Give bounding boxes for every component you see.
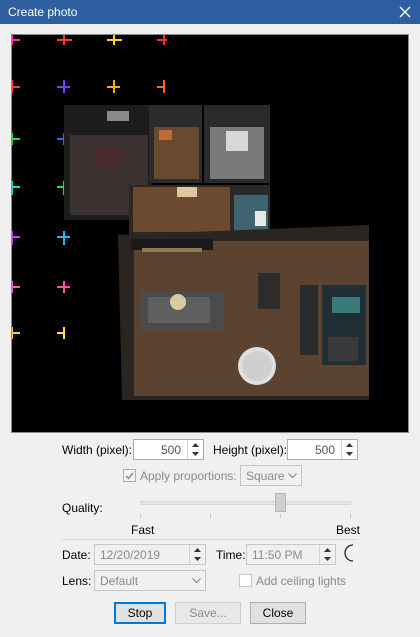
chevron-down-icon <box>192 578 201 583</box>
arrow-down-icon <box>194 556 201 561</box>
arrow-up-icon <box>346 442 353 447</box>
save-button[interactable]: Save... <box>175 602 241 624</box>
quality-tick <box>350 514 351 518</box>
date-spinner[interactable] <box>189 545 205 564</box>
quality-tick <box>280 514 281 518</box>
ceiling-lights-label: Add ceiling lights <box>256 574 347 588</box>
close-window-button[interactable] <box>390 0 420 24</box>
proportions-dropdown[interactable] <box>284 466 301 485</box>
arrow-up-icon <box>192 442 199 447</box>
height-decrement[interactable] <box>342 449 357 458</box>
time-input[interactable]: 11:50 PM <box>246 544 336 565</box>
render-image <box>12 35 408 432</box>
time-increment[interactable] <box>320 545 335 554</box>
quality-tick <box>210 514 211 518</box>
lens-value: Default <box>100 574 139 588</box>
height-spinner[interactable] <box>341 440 357 459</box>
time-spinner[interactable] <box>319 545 335 564</box>
width-value: 500 <box>160 443 181 457</box>
apply-proportions-checkbox[interactable] <box>123 469 136 482</box>
proportions-value: Square <box>246 469 285 483</box>
date-label: Date: <box>62 548 91 562</box>
quality-best-label: Best <box>336 523 361 537</box>
photo-preview <box>11 34 409 433</box>
title-bar: Create photo <box>0 0 420 24</box>
date-decrement[interactable] <box>190 554 205 563</box>
lens-dropdown[interactable] <box>188 571 205 590</box>
quality-slider-track[interactable] <box>140 501 351 505</box>
time-value: 11:50 PM <box>252 548 303 562</box>
close-button[interactable]: Close <box>250 602 306 624</box>
width-label: Width (pixel): <box>62 443 133 457</box>
quality-tick <box>140 514 141 518</box>
ceiling-lights-checkbox[interactable] <box>239 574 252 587</box>
stop-button[interactable]: Stop <box>114 602 166 624</box>
arrow-up-icon <box>324 547 331 552</box>
date-value: 12/20/2019 <box>100 548 161 562</box>
chevron-down-icon <box>288 473 297 478</box>
width-input[interactable]: 500 <box>133 439 204 460</box>
date-increment[interactable] <box>190 545 205 554</box>
height-label: Height (pixel): <box>213 443 288 457</box>
width-increment[interactable] <box>188 440 203 449</box>
height-input[interactable]: 500 <box>287 439 358 460</box>
apply-proportions-label: Apply proportions: <box>140 469 237 483</box>
separator <box>62 539 358 540</box>
arrow-down-icon <box>324 556 331 561</box>
lens-label: Lens: <box>62 574 92 588</box>
checkmark-icon <box>125 472 134 480</box>
arrow-down-icon <box>192 451 199 456</box>
time-decrement[interactable] <box>320 554 335 563</box>
moon-icon <box>344 544 354 562</box>
arrow-down-icon <box>346 451 353 456</box>
width-spinner[interactable] <box>187 440 203 459</box>
date-input[interactable]: 12/20/2019 <box>94 544 206 565</box>
proportions-select[interactable]: Square <box>240 465 302 486</box>
width-decrement[interactable] <box>188 449 203 458</box>
close-icon <box>399 6 411 18</box>
window-title: Create photo <box>8 5 78 19</box>
arrow-up-icon <box>194 547 201 552</box>
quality-fast-label: Fast <box>131 523 155 537</box>
height-value: 500 <box>314 443 335 457</box>
quality-slider-thumb[interactable] <box>275 493 286 512</box>
time-label: Time: <box>216 548 246 562</box>
height-increment[interactable] <box>342 440 357 449</box>
lens-select[interactable]: Default <box>94 570 206 591</box>
quality-label: Quality: <box>62 501 103 515</box>
